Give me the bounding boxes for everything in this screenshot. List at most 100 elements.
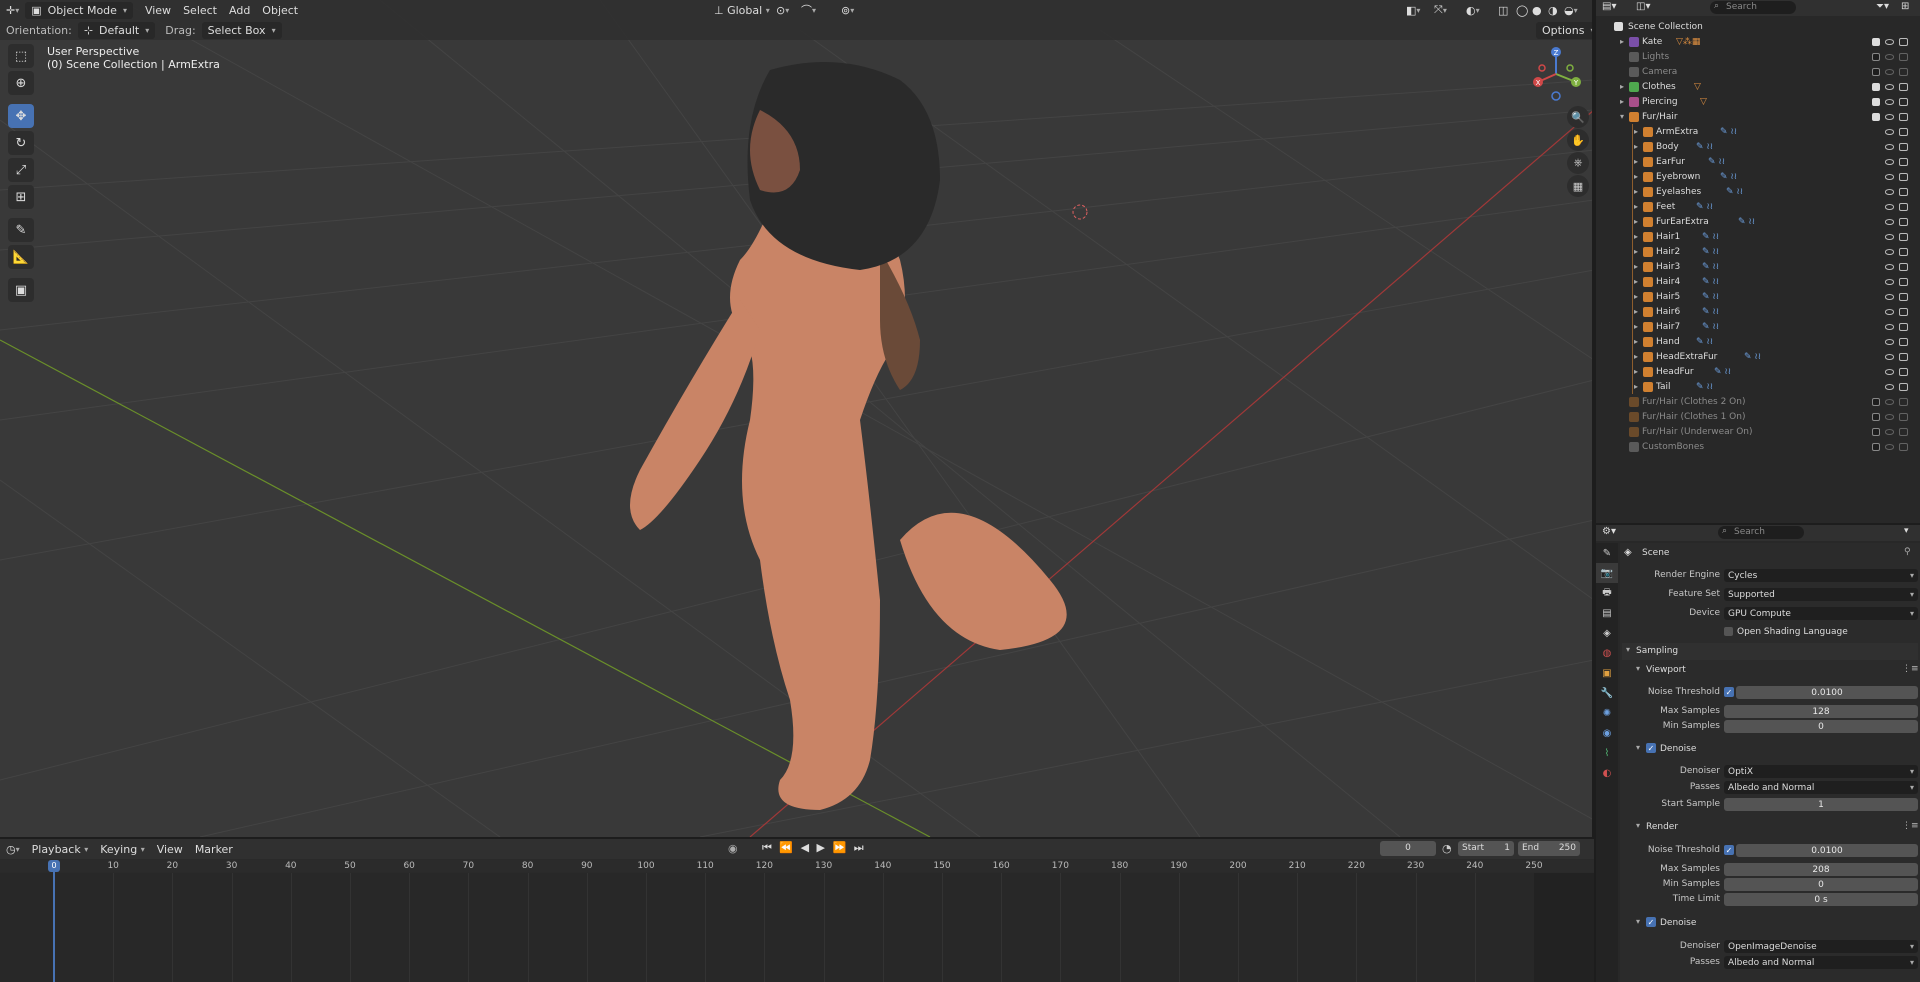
expand-arrow-icon[interactable]: ▸ — [1634, 127, 1638, 136]
modifier-icon[interactable]: ✎ ≀≀ — [1726, 187, 1743, 197]
outliner-row[interactable]: ▸ Hair2 ✎ ≀≀ — [1596, 244, 1920, 259]
expand-arrow-icon[interactable]: ▸ — [1634, 277, 1638, 286]
camera-render-icon[interactable] — [1899, 262, 1908, 271]
eye-icon[interactable] — [1885, 443, 1894, 450]
osl-checkbox[interactable] — [1724, 627, 1733, 636]
r-min-samples-field[interactable]: 0 — [1724, 878, 1918, 891]
r-max-samples-field[interactable]: 208 — [1724, 863, 1918, 876]
outliner-row[interactable]: ▸ Body ✎ ≀≀ — [1596, 139, 1920, 154]
modifier-icon[interactable]: ✎ ≀≀ — [1738, 217, 1755, 227]
world-tab-icon[interactable]: ◍ — [1596, 643, 1618, 663]
options-button[interactable]: Options▾ — [1536, 21, 1592, 39]
filter-icon[interactable]: ⏷▾ — [1876, 1, 1889, 12]
expand-arrow-icon[interactable]: ▸ — [1634, 367, 1638, 376]
r-passes-dropdown[interactable]: Albedo and Normal ▾ — [1724, 956, 1918, 969]
r-denoiser-dropdown[interactable]: OpenImageDenoise ▾ — [1724, 940, 1918, 953]
expand-arrow-icon[interactable]: ▸ — [1634, 352, 1638, 361]
r-time-limit-field[interactable]: 0 s — [1724, 893, 1918, 906]
eye-icon[interactable] — [1885, 398, 1894, 405]
outliner-row[interactable]: ▸ ArmExtra ✎ ≀≀ — [1596, 124, 1920, 139]
camera-render-icon[interactable] — [1899, 172, 1908, 181]
output-tab-icon[interactable]: 🖶 — [1596, 583, 1618, 603]
outliner-row[interactable]: ▾ Fur/Hair — [1596, 109, 1920, 124]
menu-timeline-view[interactable]: View — [151, 840, 189, 858]
camera-render-icon[interactable] — [1899, 337, 1908, 346]
outliner-row[interactable]: ▸ EarFur ✎ ≀≀ — [1596, 154, 1920, 169]
annotate-tool-icon[interactable]: ✎ — [8, 218, 34, 242]
eye-icon[interactable] — [1885, 98, 1894, 105]
zoom-icon[interactable]: 🔍 — [1567, 106, 1589, 128]
expand-arrow-icon[interactable]: ▸ — [1634, 337, 1638, 346]
camera-render-icon[interactable] — [1899, 67, 1908, 76]
camera-render-icon[interactable] — [1899, 397, 1908, 406]
modifier-icon[interactable]: ✎ ≀≀ — [1744, 352, 1761, 362]
overlays-icon[interactable]: ◐ ▾ — [1460, 1, 1486, 19]
outliner-row[interactable]: ▸ Eyebrown ✎ ≀≀ — [1596, 169, 1920, 184]
exclude-checkbox[interactable] — [1872, 397, 1880, 406]
outliner-row[interactable]: Fur/Hair (Clothes 2 On) — [1596, 394, 1920, 409]
modifier-icon[interactable]: ✎ ≀≀ — [1702, 247, 1719, 257]
scale-tool-icon[interactable]: ⤢ — [8, 158, 34, 182]
eye-icon[interactable] — [1885, 383, 1894, 390]
camera-render-icon[interactable] — [1899, 112, 1908, 121]
preview-range-icon[interactable]: ◔ — [1442, 842, 1452, 855]
menu-playback[interactable]: Playback ▾ — [26, 840, 95, 858]
outliner-row[interactable]: ▸ Kate ▽⁂▦ — [1596, 34, 1920, 49]
vp-noise-threshold-field[interactable]: 0.0100 — [1736, 686, 1918, 699]
menu-object[interactable]: Object — [256, 1, 304, 19]
eye-icon[interactable] — [1885, 233, 1894, 240]
eye-icon[interactable] — [1885, 173, 1894, 180]
outliner-row[interactable]: ▸ Hair5 ✎ ≀≀ — [1596, 289, 1920, 304]
transform-orientation-dropdown[interactable]: ⊥ Global ▾ — [708, 1, 776, 19]
modifier-icon[interactable]: ✎ ≀≀ — [1696, 382, 1713, 392]
camera-render-icon[interactable] — [1899, 322, 1908, 331]
eye-icon[interactable] — [1885, 353, 1894, 360]
expand-arrow-icon[interactable]: ▸ — [1634, 262, 1638, 271]
scene-tab-icon[interactable]: ◈ — [1596, 623, 1618, 643]
snap-icon[interactable]: ⌒ ▾ — [795, 1, 822, 19]
modifier-icon[interactable]: ✎ ≀≀ — [1702, 322, 1719, 332]
outliner-row[interactable]: ▸ Hair1 ✎ ≀≀ — [1596, 229, 1920, 244]
exclude-checkbox[interactable] — [1872, 37, 1880, 46]
expand-arrow-icon[interactable]: ▾ — [1620, 112, 1624, 121]
options-chevron-icon[interactable]: ▾ — [1904, 526, 1909, 536]
modifier-icon[interactable]: ✎ ≀≀ — [1702, 232, 1719, 242]
modifier-icon[interactable]: ✎ ≀≀ — [1702, 262, 1719, 272]
rotate-tool-icon[interactable]: ↻ — [8, 131, 34, 155]
timeline-body[interactable] — [0, 873, 1594, 982]
vp-max-samples-field[interactable]: 128 — [1724, 705, 1918, 718]
vp-start-sample-field[interactable]: 1 — [1724, 798, 1918, 811]
select-box-tool-icon[interactable]: ⬚ — [8, 44, 34, 68]
exclude-checkbox[interactable] — [1872, 97, 1880, 106]
presets-icon[interactable]: ⋮≡ — [1902, 664, 1919, 674]
playback-controls[interactable]: ⏮ ⏪ ◀ ▶ ⏩ ⏭ — [762, 841, 866, 855]
modifier-icon[interactable]: ✎ ≀≀ — [1720, 127, 1737, 137]
modifier-icon[interactable]: ✎ ≀≀ — [1702, 292, 1719, 302]
particles-tab-icon[interactable]: ✺ — [1596, 703, 1618, 723]
viewport-subpanel[interactable]: Viewport — [1646, 665, 1686, 675]
outliner-row[interactable]: ▸ Clothes ▽ — [1596, 79, 1920, 94]
tool-tab-icon[interactable]: ✎ — [1596, 543, 1618, 563]
editor-type-icon[interactable]: ✛ ▾ — [0, 1, 25, 19]
material-tab-icon[interactable]: ◐ — [1596, 763, 1618, 783]
expand-arrow-icon[interactable]: ▸ — [1620, 37, 1624, 46]
outliner-row[interactable]: ▸ Feet ✎ ≀≀ — [1596, 199, 1920, 214]
r-denoise-checkbox[interactable]: ✓ — [1646, 917, 1656, 927]
ortho-grid-icon[interactable]: ▦ — [1567, 175, 1589, 197]
exclude-checkbox[interactable] — [1872, 52, 1880, 61]
render-subpanel[interactable]: Render — [1646, 822, 1678, 832]
eye-icon[interactable] — [1885, 158, 1894, 165]
shading-rendered-icon[interactable]: ◒ ▾ — [1558, 1, 1584, 19]
playhead-frame-label[interactable]: 0 — [48, 860, 60, 872]
mode-selector[interactable]: ▣ Object Mode ▾ — [25, 1, 133, 19]
modifier-icon[interactable]: ✎ ≀≀ — [1696, 142, 1713, 152]
orientation-dropdown[interactable]: ⊹ Default ▾ — [77, 21, 156, 39]
eye-icon[interactable] — [1885, 338, 1894, 345]
outliner-row[interactable]: Lights — [1596, 49, 1920, 64]
modifier-icon[interactable]: ✎ ≀≀ — [1714, 367, 1731, 377]
expand-arrow-icon[interactable]: ▸ — [1620, 82, 1624, 91]
timeline-editor-type-icon[interactable]: ◷ ▾ — [0, 840, 26, 858]
outliner-row[interactable]: ▸ FurEarExtra ✎ ≀≀ — [1596, 214, 1920, 229]
camera-render-icon[interactable] — [1899, 367, 1908, 376]
properties-search-input[interactable]: Search — [1718, 526, 1804, 539]
